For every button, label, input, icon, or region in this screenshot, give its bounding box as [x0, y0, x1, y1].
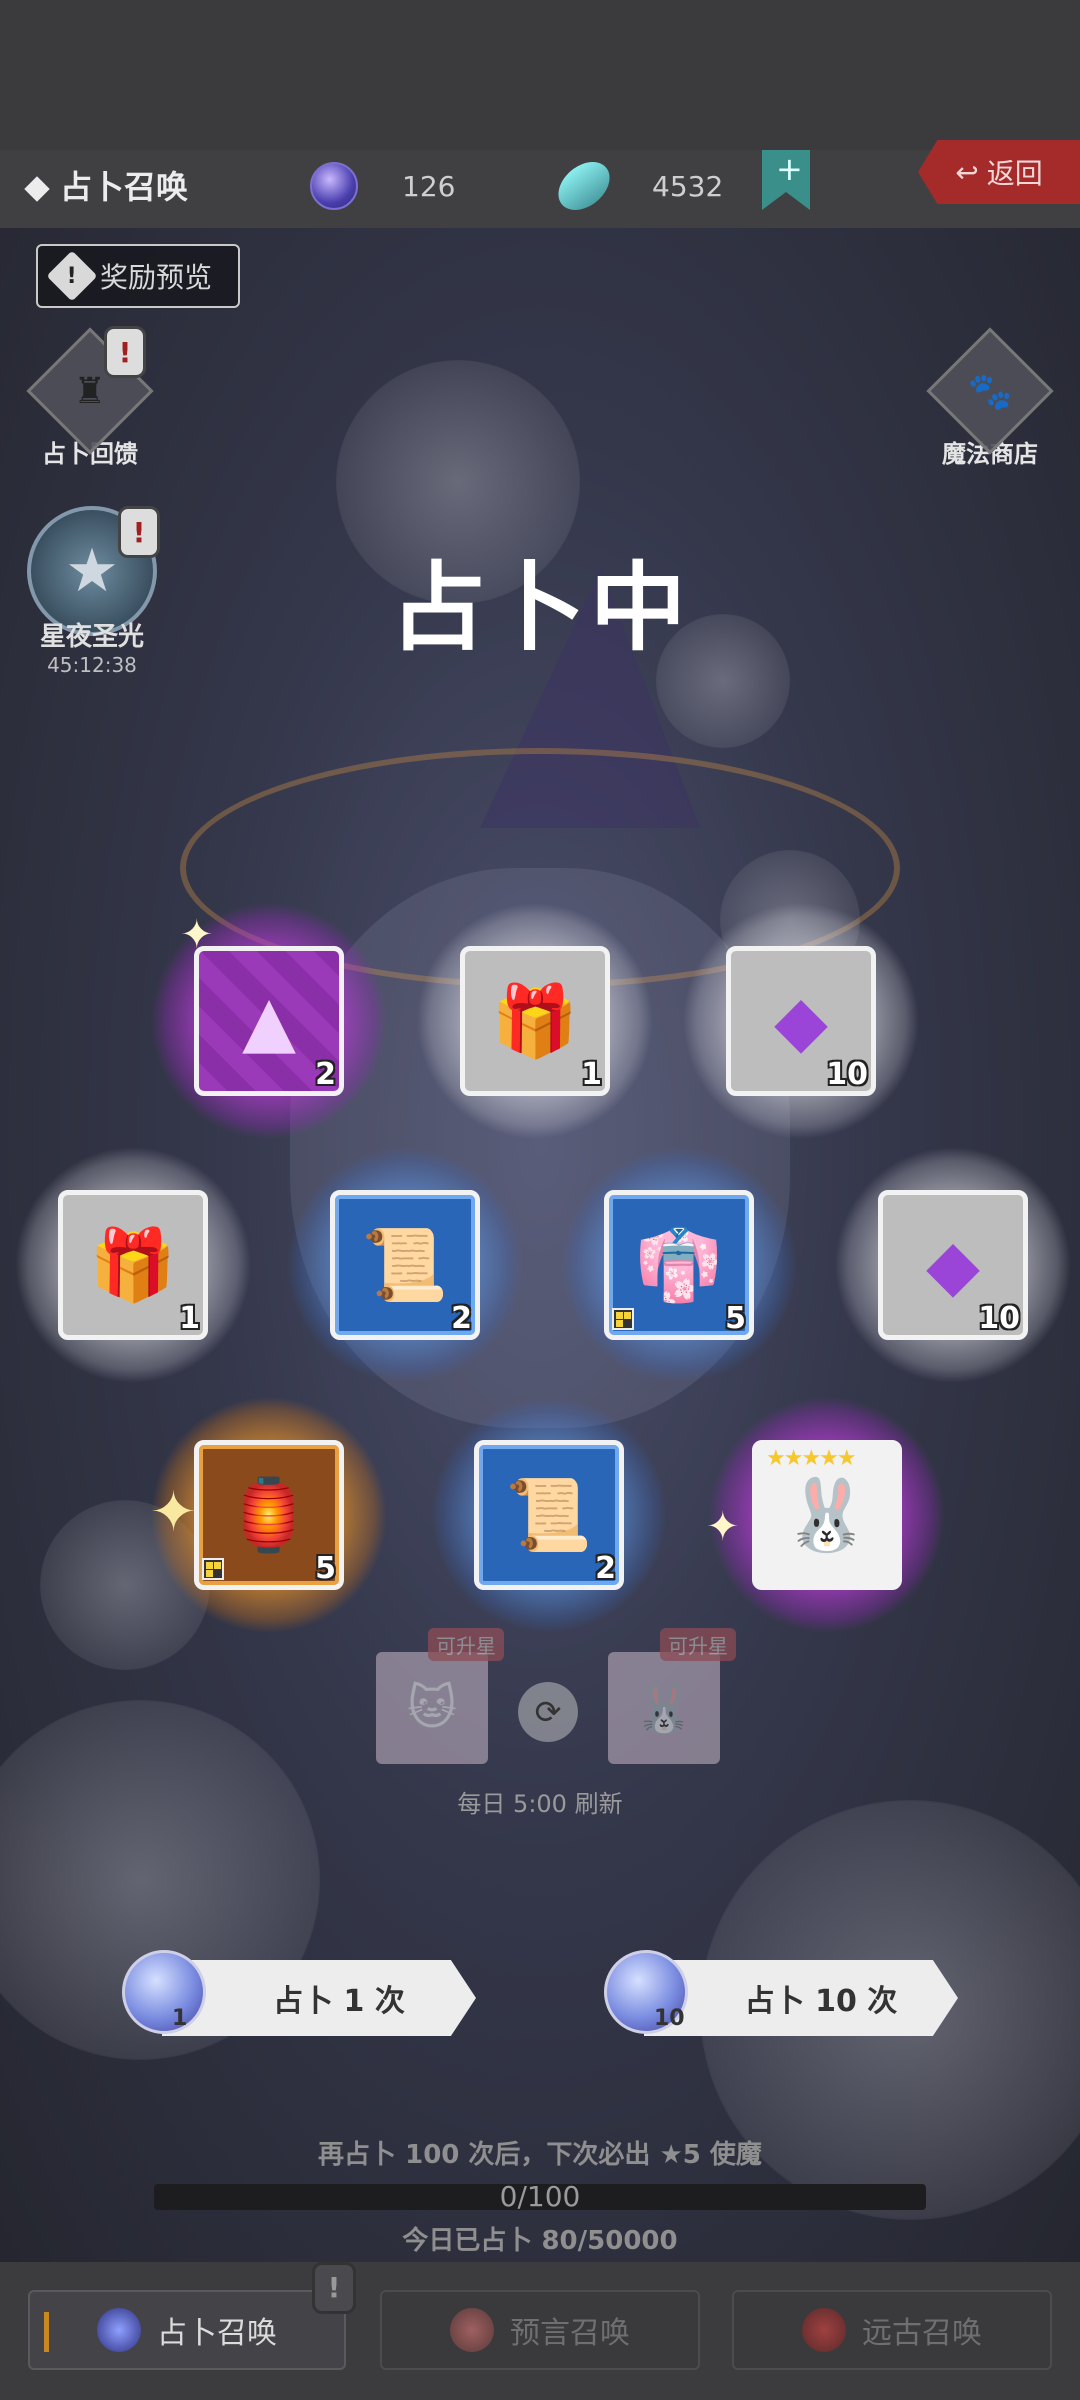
tab-label: 预言召唤	[510, 2316, 630, 2351]
upgrade-tag: 可升星	[660, 1628, 736, 1661]
reward-slot-1[interactable]: ▲ 2	[150, 902, 388, 1140]
status-bar-area	[0, 0, 1080, 150]
reward-slot-4[interactable]: 🎁 1	[14, 1146, 252, 1384]
fragment-icon	[202, 1558, 224, 1580]
tab-divination-summon[interactable]: 占卜召唤	[28, 2290, 346, 2370]
cat-envoy-thumb[interactable]: 🐱 可升星	[376, 1628, 504, 1764]
reward-slot-5[interactable]: 📜 2	[286, 1146, 524, 1384]
star-rating: ★★★★★	[766, 1446, 857, 1471]
fragment-icon	[612, 1308, 634, 1330]
reward-slot-9[interactable]: 📜 2	[430, 1396, 668, 1634]
pity-progress-value: 0/100	[499, 2180, 581, 2213]
exclamation-icon: !	[46, 250, 98, 302]
sparkle-icon: ✦	[150, 1480, 197, 1545]
item-count: 1	[179, 1301, 200, 1336]
item-count: 2	[451, 1301, 472, 1336]
back-button[interactable]: ↩ 返回	[918, 140, 1080, 204]
draw-once-label: 占卜 1 次	[162, 1960, 476, 2036]
pity-hint: 再占卜 100 次后，下次必出 ★5 使魔	[318, 2140, 762, 2170]
item-count: 10	[826, 1057, 868, 1092]
crystal-orb-icon	[310, 162, 358, 210]
sparkle-icon: ✦	[180, 912, 214, 958]
reward-slot-6[interactable]: 👘 5	[560, 1146, 798, 1384]
divining-status-text: 占卜中	[390, 552, 690, 664]
refresh-note: 每日 5:00 刷新	[457, 1790, 623, 1818]
back-arrow-icon: ↩	[955, 155, 979, 189]
upgrade-tag: 可升星	[428, 1628, 504, 1661]
item-count: 2	[595, 1551, 616, 1586]
back-label: 返回	[986, 157, 1043, 190]
rabbit-envoy-thumb[interactable]: 🐰 可升星	[608, 1628, 736, 1764]
draw-once-button[interactable]: 占卜 1 次 1	[122, 1950, 476, 2040]
orb-currency: 126	[310, 156, 455, 216]
draw-ten-label: 占卜 10 次	[644, 1960, 958, 2036]
gem-currency: 4532	[551, 156, 724, 216]
sparkle-icon: ✦	[706, 1504, 740, 1550]
prophecy-orb-icon	[450, 2308, 494, 2352]
reward-slot-8[interactable]: 🏮 5	[150, 1396, 388, 1634]
gem-icon	[551, 162, 617, 210]
reward-slot-7[interactable]: ◆ 10	[834, 1146, 1072, 1384]
tab-label: 占卜召唤	[157, 2316, 277, 2351]
tab-label: 远古召唤	[862, 2316, 982, 2351]
item-count: 2	[315, 1057, 336, 1092]
page-title: 占卜召唤	[24, 162, 189, 208]
item-count: 5	[725, 1301, 746, 1336]
draw-ten-cost: 10	[654, 2006, 685, 2031]
diamond-icon	[24, 176, 50, 202]
page-title-text: 占卜召唤	[60, 168, 189, 206]
reward-preview-button[interactable]: ! 奖励预览	[36, 244, 240, 308]
notification-badge: !	[104, 326, 146, 378]
crystal-orb-icon	[122, 1950, 206, 2034]
reward-slot-3[interactable]: ◆ 10	[682, 902, 920, 1140]
tab-prophecy-summon[interactable]: 预言召唤	[380, 2290, 700, 2370]
draw-once-cost: 1	[172, 2006, 188, 2031]
item-count: 10	[978, 1301, 1020, 1336]
reward-slot-2[interactable]: 🎁 1	[416, 902, 654, 1140]
item-count: 1	[581, 1057, 602, 1092]
featured-envoys: 🐱 可升星 ⟳ 🐰 可升星	[376, 1628, 736, 1772]
reward-preview-label: 奖励预览	[100, 261, 213, 294]
notification-badge: !	[312, 2262, 356, 2314]
tab-ancient-summon[interactable]: 远古召唤	[732, 2290, 1052, 2370]
orb-count: 126	[402, 169, 456, 203]
draw-ten-button[interactable]: 占卜 10 次 10	[604, 1950, 958, 2040]
refresh-icon[interactable]: ⟳	[518, 1682, 578, 1742]
reward-slot-10[interactable]: 🐰 ★★★★★	[708, 1396, 946, 1634]
item-count: 5	[315, 1551, 336, 1586]
magic-shop-button[interactable]: 🐾 魔法商店	[924, 327, 1056, 469]
daily-count: 今日已占卜 80/50000	[402, 2226, 678, 2256]
gem-count: 4532	[652, 169, 724, 203]
crystal-orb-icon	[97, 2308, 141, 2352]
ancient-orb-icon	[802, 2308, 846, 2352]
